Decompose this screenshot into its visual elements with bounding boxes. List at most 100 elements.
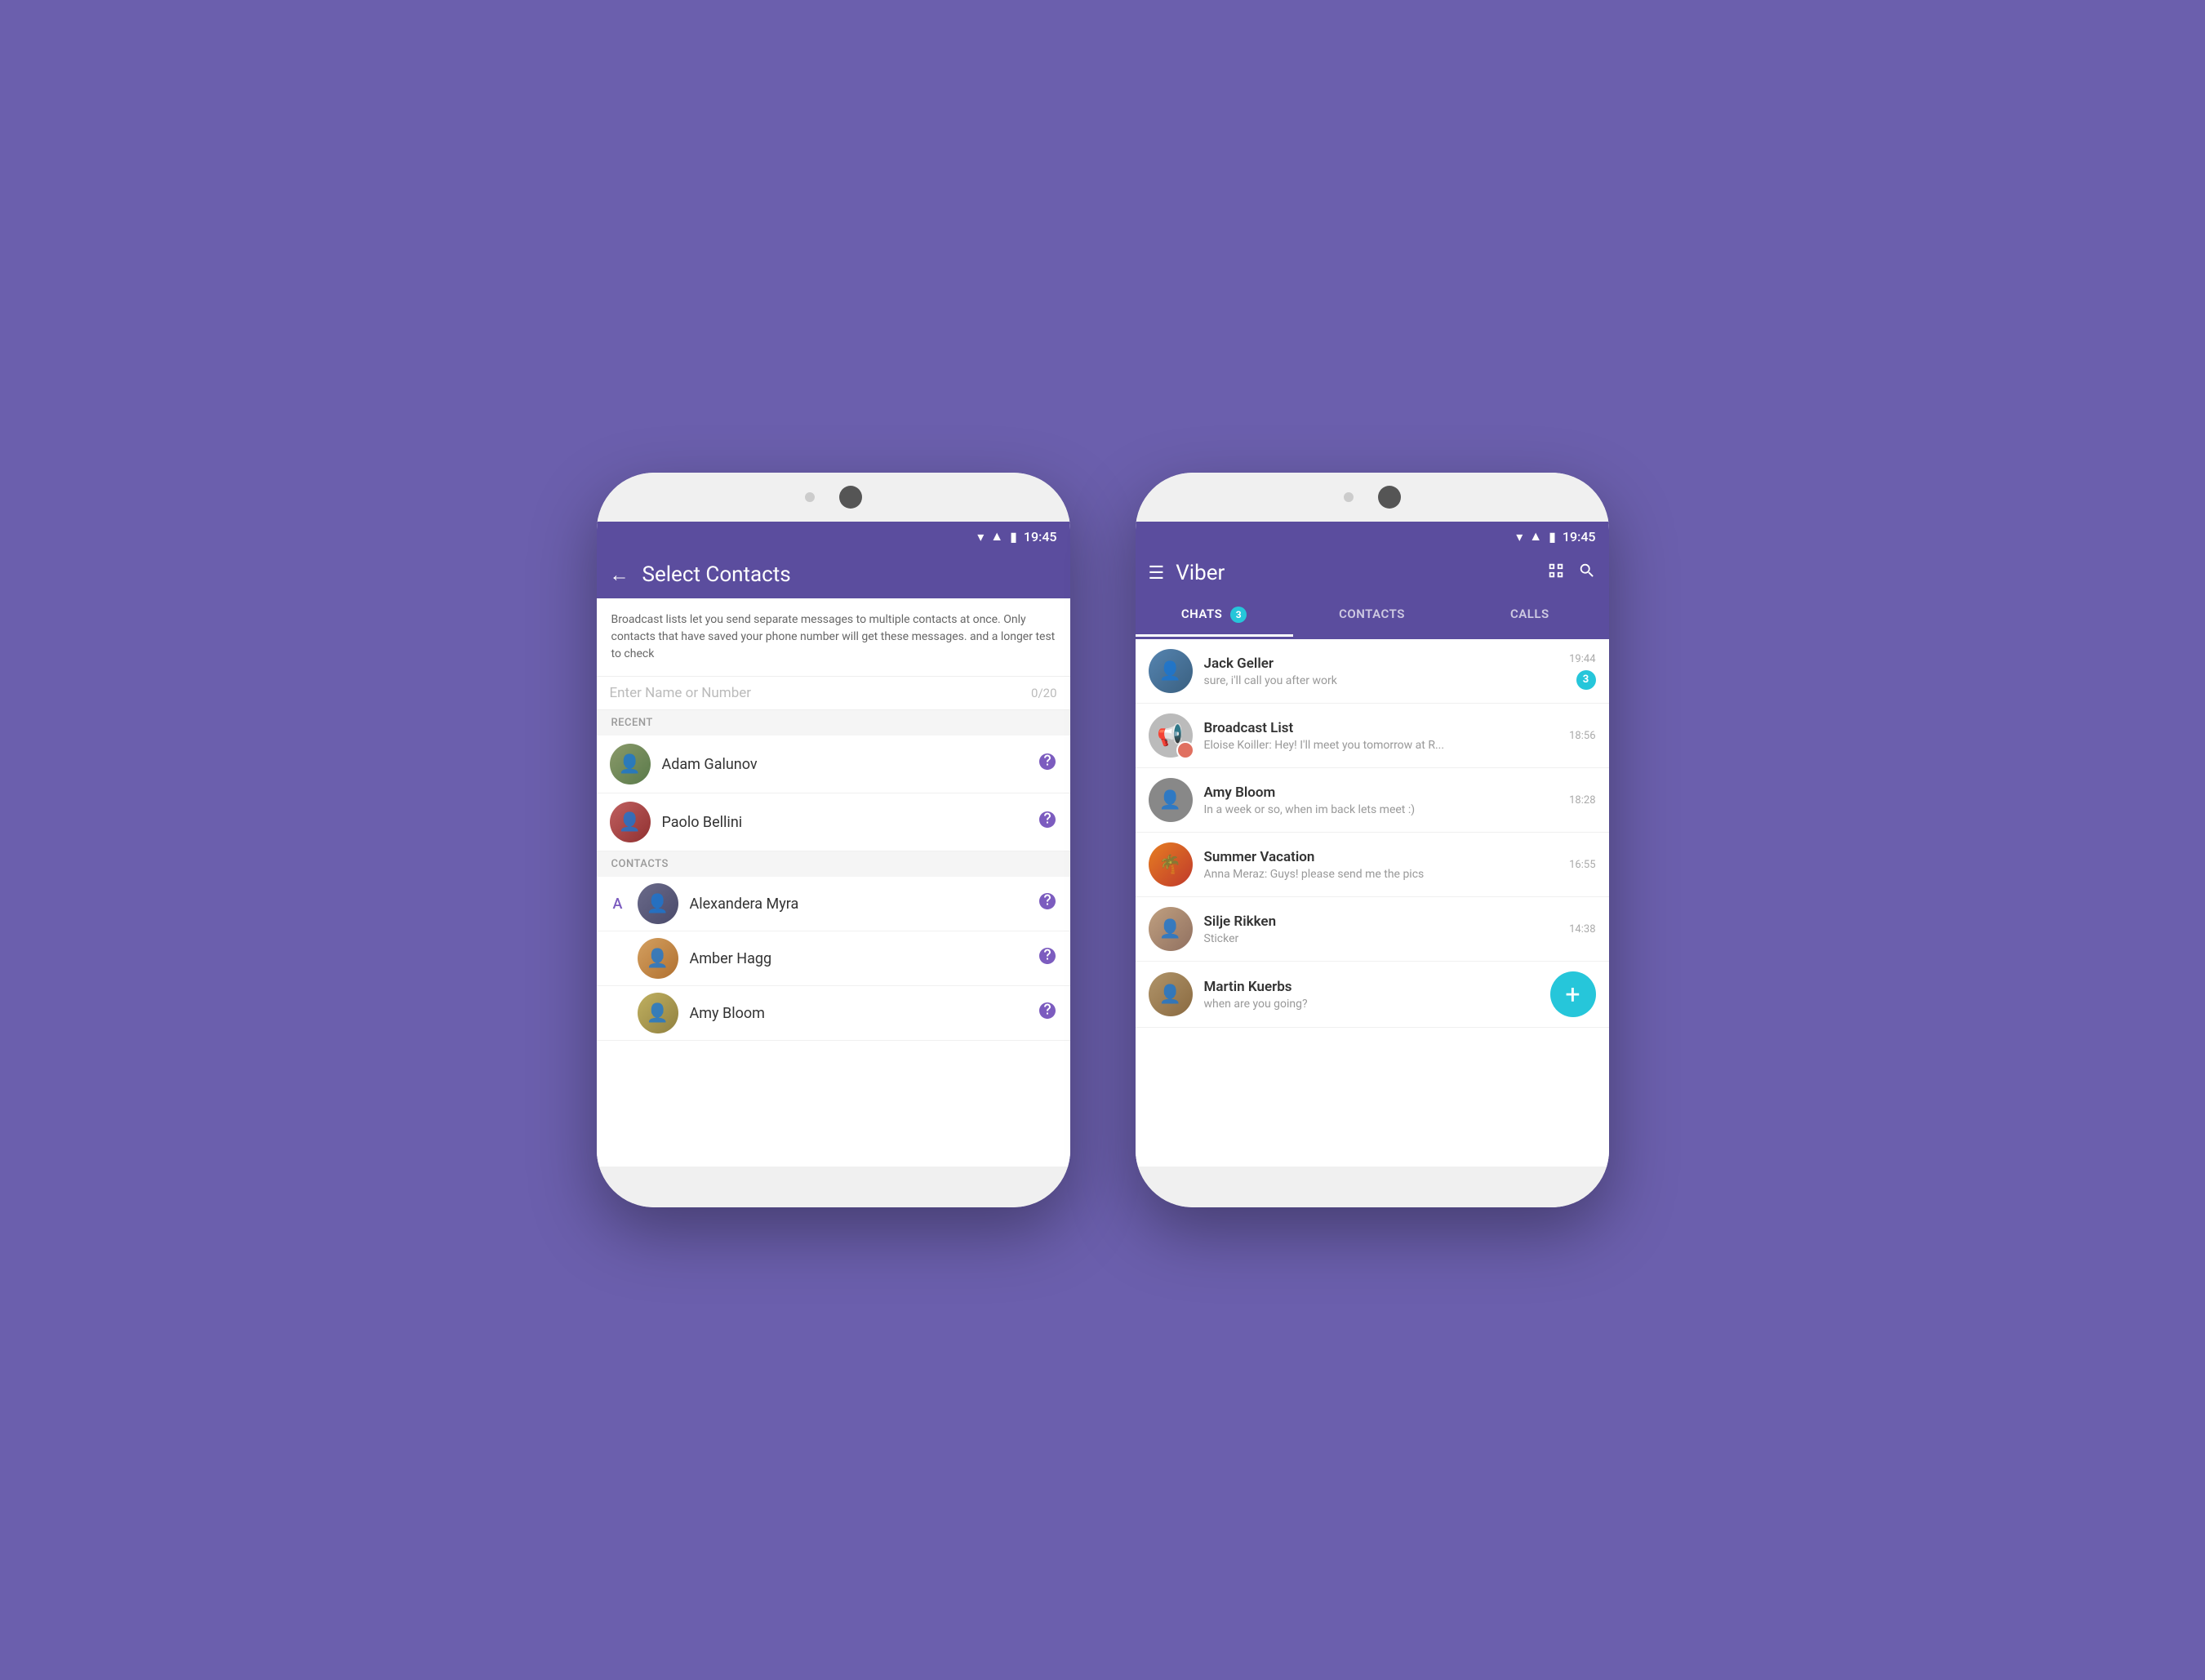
- tab-calls-label: CALLS: [1510, 607, 1549, 621]
- chat-name-summer: Summer Vacation: [1204, 849, 1558, 865]
- phone-bottom-right: [1136, 1167, 1609, 1207]
- chat-content-martin: Martin Kuerbs when are you going?: [1204, 979, 1539, 1011]
- front-camera-right: [1344, 492, 1354, 502]
- chat-meta-amy: 18:28: [1569, 794, 1595, 807]
- signal-icon: ▲: [990, 528, 1003, 544]
- chat-item-silje[interactable]: 👤 Silje Rikken Sticker 14:38: [1136, 897, 1609, 962]
- recent-contacts-list: 👤 Adam Galunov 👤 Paolo Bellini: [597, 736, 1070, 1167]
- battery-icon-right: ▮: [1549, 529, 1556, 544]
- wifi-icon: ▾: [977, 529, 984, 544]
- header-left: ☰ Viber: [1149, 561, 1225, 585]
- chat-name-silje: Silje Rikken: [1204, 913, 1558, 930]
- left-phone: ▾ ▲ ▮ 19:45 ← Select Contacts Broadcast …: [597, 473, 1070, 1207]
- chat-time-summer: 16:55: [1569, 859, 1595, 871]
- phone-top-left: [597, 473, 1070, 522]
- chat-item-broadcast[interactable]: 📢 Broadcast List Eloise Koiller: Hey! I'…: [1136, 704, 1609, 768]
- tabs-bar: CHATS 3 CONTACTS CALLS: [1136, 595, 1609, 639]
- chat-name-broadcast: Broadcast List: [1204, 720, 1558, 736]
- phone-bottom-left: [597, 1167, 1070, 1207]
- camera-lens-right: [1378, 486, 1401, 509]
- chat-meta-martin: +: [1550, 971, 1596, 1017]
- camera-lens-left: [839, 486, 862, 509]
- contact-item-amy2[interactable]: 👤 Amy Bloom: [597, 986, 1070, 1041]
- search-placeholder: Enter Name or Number: [610, 685, 1032, 701]
- viber-icon-adam[interactable]: [1038, 752, 1057, 776]
- unread-badge-jack: 3: [1576, 670, 1596, 690]
- tab-calls[interactable]: CALLS: [1451, 595, 1608, 637]
- right-phone: ▾ ▲ ▮ 19:45 ☰ Viber: [1136, 473, 1609, 1207]
- battery-icon: ▮: [1010, 529, 1017, 544]
- contact-name-amy2: Amy Bloom: [690, 1005, 1026, 1022]
- status-bar-right: ▾ ▲ ▮ 19:45: [1136, 522, 1609, 551]
- chat-preview-martin: when are you going?: [1204, 998, 1539, 1011]
- avatar-adam: 👤: [610, 744, 651, 784]
- chats-badge: 3: [1230, 607, 1247, 623]
- tab-chats-label: CHATS: [1181, 607, 1222, 621]
- fab-button[interactable]: +: [1550, 971, 1596, 1017]
- chat-time-amy: 18:28: [1569, 794, 1595, 807]
- viber-icon-amy2[interactable]: [1038, 1001, 1057, 1025]
- tab-chats[interactable]: CHATS 3: [1136, 595, 1293, 637]
- broadcast-sub-avatar: [1176, 741, 1194, 759]
- chat-content-broadcast: Broadcast List Eloise Koiller: Hey! I'll…: [1204, 720, 1558, 752]
- contact-name-adam: Adam Galunov: [662, 756, 1026, 773]
- signal-icon-right: ▲: [1529, 528, 1542, 544]
- chat-meta-summer: 16:55: [1569, 859, 1595, 871]
- tab-contacts[interactable]: CONTACTS: [1293, 595, 1451, 637]
- contact-name-amber: Amber Hagg: [690, 950, 1026, 967]
- avatar-alex: 👤: [638, 883, 678, 924]
- search-count: 0/20: [1031, 686, 1056, 700]
- chat-meta-broadcast: 18:56: [1569, 730, 1595, 742]
- viber-icon-amber[interactable]: [1038, 946, 1057, 971]
- avatar-amber: 👤: [638, 938, 678, 979]
- search-box[interactable]: Enter Name or Number 0/20: [597, 677, 1070, 710]
- search-icon[interactable]: [1578, 562, 1596, 584]
- chat-preview-silje: Sticker: [1204, 932, 1558, 945]
- contact-item-alex[interactable]: A 👤 Alexandera Myra: [597, 877, 1070, 931]
- left-screen: ▾ ▲ ▮ 19:45 ← Select Contacts Broadcast …: [597, 522, 1070, 1167]
- avatar-broadcast: 📢: [1149, 713, 1193, 758]
- right-header: ☰ Viber: [1136, 551, 1609, 595]
- chat-content-silje: Silje Rikken Sticker: [1204, 913, 1558, 945]
- avatar-martin: 👤: [1149, 972, 1193, 1016]
- chat-item-amy[interactable]: 👤 Amy Bloom In a week or so, when im bac…: [1136, 768, 1609, 833]
- viber-icon-alex[interactable]: [1038, 891, 1057, 916]
- time-left: 19:45: [1024, 529, 1057, 544]
- chat-name-jack: Jack Geller: [1204, 656, 1558, 672]
- letter-a: A: [610, 896, 626, 913]
- status-bar-left: ▾ ▲ ▮ 19:45: [597, 522, 1070, 551]
- avatar-amy: 👤: [1149, 778, 1193, 822]
- time-right: 19:45: [1563, 529, 1596, 544]
- chat-content-summer: Summer Vacation Anna Meraz: Guys! please…: [1204, 849, 1558, 881]
- contact-item-amber[interactable]: 👤 Amber Hagg: [597, 931, 1070, 986]
- chat-item-jack[interactable]: 👤 Jack Geller sure, i'll call you after …: [1136, 639, 1609, 704]
- avatar-paolo: 👤: [610, 802, 651, 842]
- contact-item-paolo[interactable]: 👤 Paolo Bellini: [597, 793, 1070, 851]
- right-screen: ▾ ▲ ▮ 19:45 ☰ Viber: [1136, 522, 1609, 1167]
- avatar-summer: 🌴: [1149, 842, 1193, 887]
- header-icons: [1547, 562, 1596, 584]
- qr-icon[interactable]: [1547, 562, 1565, 584]
- back-button[interactable]: ←: [610, 563, 629, 587]
- chat-content-amy: Amy Bloom In a week or so, when im back …: [1204, 784, 1558, 816]
- contact-name-paolo: Paolo Bellini: [662, 814, 1026, 831]
- chat-meta-jack: 19:44 3: [1569, 653, 1595, 690]
- page-title-left: Select Contacts: [642, 562, 791, 587]
- broadcast-info: Broadcast lists let you send separate me…: [597, 598, 1070, 677]
- chat-item-summer[interactable]: 🌴 Summer Vacation Anna Meraz: Guys! plea…: [1136, 833, 1609, 897]
- avatar-silje: 👤: [1149, 907, 1193, 951]
- chat-preview-amy: In a week or so, when im back lets meet …: [1204, 803, 1558, 816]
- contact-name-alex: Alexandera Myra: [690, 896, 1026, 913]
- viber-icon-paolo[interactable]: [1038, 810, 1057, 834]
- contact-item-adam[interactable]: 👤 Adam Galunov: [597, 736, 1070, 793]
- front-camera-left: [805, 492, 815, 502]
- contacts-section-header: CONTACTS: [597, 851, 1070, 877]
- chat-time-broadcast: 18:56: [1569, 730, 1595, 742]
- hamburger-icon[interactable]: ☰: [1149, 563, 1165, 584]
- avatar-jack: 👤: [1149, 649, 1193, 693]
- avatar-amy2: 👤: [638, 993, 678, 1033]
- chat-item-martin[interactable]: 👤 Martin Kuerbs when are you going? +: [1136, 962, 1609, 1028]
- chat-name-amy: Amy Bloom: [1204, 784, 1558, 801]
- chat-preview-broadcast: Eloise Koiller: Hey! I'll meet you tomor…: [1204, 739, 1558, 752]
- chat-content-jack: Jack Geller sure, i'll call you after wo…: [1204, 656, 1558, 687]
